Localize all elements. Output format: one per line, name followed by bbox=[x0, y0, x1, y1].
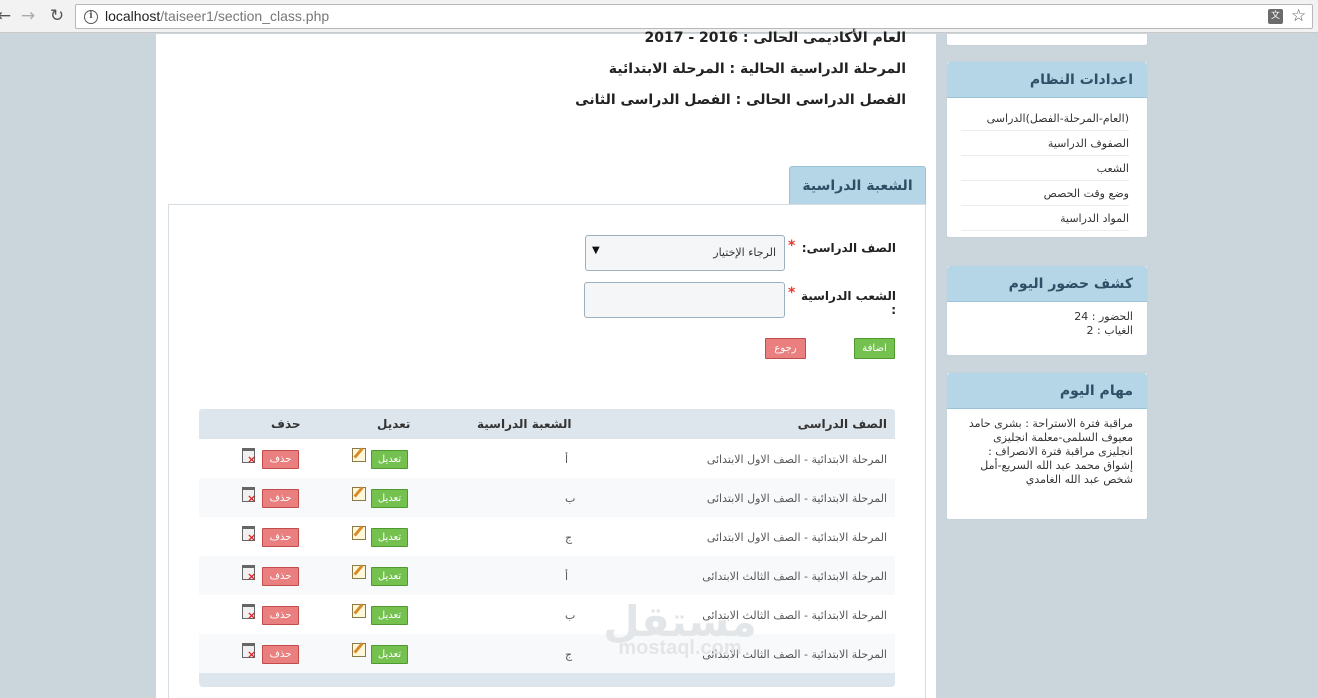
class-select-value: الرجاء الإختيار bbox=[713, 246, 776, 259]
cell-class: المرحلة الابتدائية - الصف الاول الابتدائ… bbox=[706, 453, 887, 466]
sidebar-item-periods[interactable]: وضع وقت الحصص bbox=[961, 181, 1129, 206]
delete-button[interactable]: حذف bbox=[262, 489, 299, 508]
cell-class: المرحلة الابتدائية - الصف الثالث الابتدا… bbox=[702, 570, 887, 583]
cell-section: أ bbox=[565, 453, 569, 466]
cell-section: أ bbox=[565, 570, 569, 583]
header-edit: تعديل bbox=[377, 417, 411, 431]
attendance-card: كشف حضور اليوم الحضور : 24 الغياب : 2 bbox=[946, 265, 1148, 356]
edit-button[interactable]: تعديل bbox=[371, 606, 408, 625]
forward-arrow-icon[interactable]: → bbox=[18, 6, 38, 26]
trash-icon[interactable] bbox=[242, 526, 256, 543]
class-select[interactable]: الرجاء الإختيار ▼ bbox=[585, 235, 785, 271]
browser-toolbar: ← → ↻ i localhost/taiseer1/section_class… bbox=[0, 0, 1318, 33]
edit-icon[interactable] bbox=[352, 448, 366, 462]
sidebar-item-year-stage-semester[interactable]: (العام-المرحلة-الفصل)الدراسى bbox=[961, 106, 1129, 131]
edit-icon[interactable] bbox=[352, 604, 366, 618]
chevron-down-icon: ▼ bbox=[592, 245, 600, 256]
attendance-title: كشف حضور اليوم bbox=[947, 266, 1147, 302]
delete-button[interactable]: حذف bbox=[262, 645, 299, 664]
translate-icon[interactable]: 文 bbox=[1268, 9, 1283, 24]
table-row: المرحلة الابتدائية - الصف الثالث الابتدا… bbox=[199, 556, 895, 595]
delete-button[interactable]: حذف bbox=[262, 528, 299, 547]
cell-class: المرحلة الابتدائية - الصف الثالث الابتدا… bbox=[702, 648, 887, 661]
bookmark-star-icon[interactable]: ☆ bbox=[1291, 6, 1306, 26]
settings-links: (العام-المرحلة-الفصل)الدراسى الصفوف الدر… bbox=[947, 98, 1147, 237]
add-button[interactable]: اضافة bbox=[854, 338, 895, 359]
sidebar-item-sections[interactable]: الشعب bbox=[961, 156, 1129, 181]
section-label-colon: : bbox=[891, 303, 896, 317]
class-label: الصف الدراسى: bbox=[801, 241, 896, 255]
sidebar-item-classes[interactable]: الصفوف الدراسية bbox=[961, 131, 1129, 156]
header-class: الصف الدراسى bbox=[797, 417, 887, 431]
cell-class: المرحلة الابتدائية - الصف الاول الابتدائ… bbox=[706, 492, 887, 505]
edit-icon[interactable] bbox=[352, 643, 366, 657]
header-section: الشعبة الدراسية bbox=[477, 417, 572, 431]
section-required-mark: * bbox=[788, 285, 796, 301]
back-button[interactable]: رجوع bbox=[765, 338, 806, 359]
address-bar[interactable]: i localhost/taiseer1/section_class.php 文… bbox=[75, 4, 1313, 29]
delete-button[interactable]: حذف bbox=[262, 450, 299, 469]
class-required-mark: * bbox=[788, 238, 796, 254]
trash-icon[interactable] bbox=[242, 565, 256, 582]
edit-button[interactable]: تعديل bbox=[371, 567, 408, 586]
trash-icon[interactable] bbox=[242, 448, 256, 465]
info-icon[interactable]: i bbox=[84, 10, 98, 24]
url-host: localhost bbox=[105, 8, 161, 24]
url-text[interactable]: localhost/taiseer1/section_class.php bbox=[105, 8, 329, 24]
trash-icon[interactable] bbox=[242, 487, 256, 504]
table-header: الصف الدراسى الشعبة الدراسية تعديل حذف bbox=[199, 409, 895, 439]
tasks-body: مراقبة فترة الاستراحة : بشرى حامد معيوف … bbox=[968, 417, 1133, 486]
tab-section[interactable]: الشعبة الدراسية bbox=[789, 166, 926, 204]
settings-card: اعدادات النظام (العام-المرحلة-الفصل)الدر… bbox=[946, 61, 1148, 238]
attendance-body: الحضور : 24 الغياب : 2 bbox=[947, 302, 1147, 346]
cell-section: ب bbox=[565, 609, 576, 622]
cell-section: ج bbox=[565, 648, 573, 661]
cell-section: ب bbox=[565, 492, 576, 505]
edit-icon[interactable] bbox=[352, 487, 366, 501]
main-content: العام الأكاديمى الحالى : 2016 - 2017 الم… bbox=[156, 30, 936, 698]
trash-icon[interactable] bbox=[242, 604, 256, 621]
table-row: المرحلة الابتدائية - الصف الثالث الابتدا… bbox=[199, 634, 895, 673]
attendance-absent: الغياب : 2 bbox=[1086, 324, 1133, 337]
header-delete: حذف bbox=[271, 417, 301, 431]
table-row: المرحلة الابتدائية - الصف الاول الابتدائ… bbox=[199, 517, 895, 556]
sidebar-item-subjects[interactable]: المواد الدراسية bbox=[961, 206, 1129, 231]
edit-button[interactable]: تعديل bbox=[371, 450, 408, 469]
back-arrow-icon[interactable]: ← bbox=[0, 6, 14, 26]
attendance-present: الحضور : 24 bbox=[1074, 310, 1133, 323]
delete-button[interactable]: حذف bbox=[262, 567, 299, 586]
delete-button[interactable]: حذف bbox=[262, 606, 299, 625]
table-row: المرحلة الابتدائية - الصف الاول الابتدائ… bbox=[199, 439, 895, 478]
section-input[interactable] bbox=[584, 282, 785, 318]
tasks-card: مهام اليوم مراقبة فترة الاستراحة : بشرى … bbox=[946, 372, 1148, 520]
url-path: /taiseer1/section_class.php bbox=[160, 8, 330, 24]
tasks-title: مهام اليوم bbox=[947, 373, 1147, 409]
academic-year-info: العام الأكاديمى الحالى : 2016 - 2017 bbox=[644, 30, 906, 46]
reload-icon[interactable]: ↻ bbox=[47, 6, 67, 26]
edit-icon[interactable] bbox=[352, 526, 366, 540]
table-row: المرحلة الابتدائية - الصف الاول الابتدائ… bbox=[199, 478, 895, 517]
edit-button[interactable]: تعديل bbox=[371, 489, 408, 508]
stage-info: المرحلة الدراسية الحالية : المرحلة الابت… bbox=[608, 61, 906, 77]
edit-button[interactable]: تعديل bbox=[371, 645, 408, 664]
cell-section: ج bbox=[565, 531, 573, 544]
table-footer bbox=[199, 673, 895, 687]
cell-class: المرحلة الابتدائية - الصف الاول الابتدائ… bbox=[706, 531, 887, 544]
edit-button[interactable]: تعديل bbox=[371, 528, 408, 547]
settings-title: اعدادات النظام bbox=[947, 62, 1147, 98]
cell-class: المرحلة الابتدائية - الصف الثالث الابتدا… bbox=[702, 609, 887, 622]
trash-icon[interactable] bbox=[242, 643, 256, 660]
edit-icon[interactable] bbox=[352, 565, 366, 579]
section-label: الشعب الدراسية bbox=[800, 289, 896, 303]
top-card-stub bbox=[946, 34, 1148, 46]
semester-info: الفصل الدراسى الحالى : الفصل الدراسى الث… bbox=[575, 92, 906, 108]
table-row: المرحلة الابتدائية - الصف الثالث الابتدا… bbox=[199, 595, 895, 634]
